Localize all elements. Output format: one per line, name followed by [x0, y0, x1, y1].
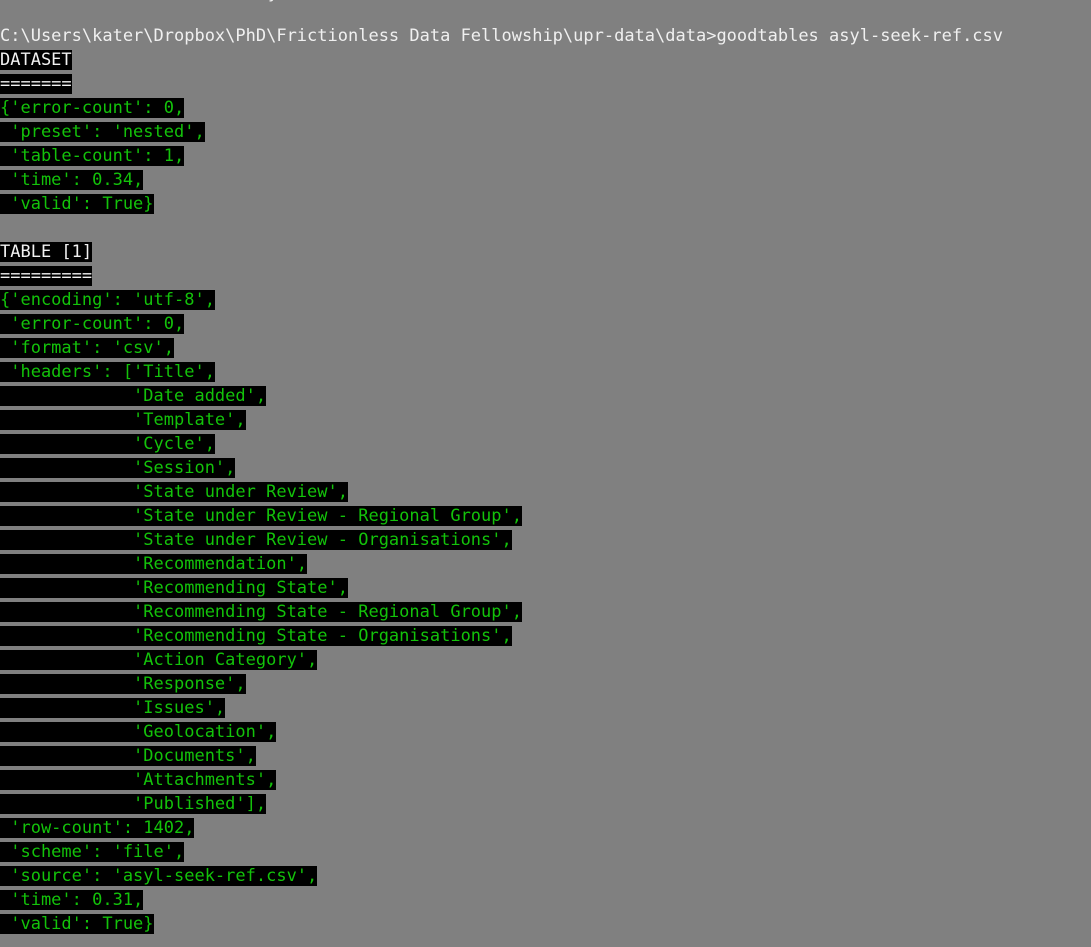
- table-headers-line-11-text: 'Recommending State - Regional Group',: [0, 602, 522, 622]
- table-headers-line-9-text: 'Recommendation',: [0, 554, 308, 574]
- table-format-line-text: 'format': 'csv',: [0, 338, 174, 358]
- scrolled-off-line-remnant: y: [268, 0, 277, 5]
- table-headers-line-8: 'State under Review - Organisations',: [0, 528, 1091, 552]
- table-headers-line-7: 'State under Review - Regional Group',: [0, 504, 1091, 528]
- table-headers-line-18-text: 'Attachments',: [0, 770, 277, 790]
- terminal-window[interactable]: y C:\Users\kater\Dropbox\PhD\Frictionles…: [0, 0, 1091, 947]
- table-headers-line-15-text: 'Issues',: [0, 698, 226, 718]
- scrolled-off-glyph: y: [268, 0, 277, 5]
- table-headers-line-19-text: 'Published'],: [0, 794, 267, 814]
- table-headers-line-1: 'headers': ['Title',: [0, 360, 1091, 384]
- dataset-error-count-line-text: {'error-count': 0,: [0, 98, 185, 118]
- table-source-line: 'source': 'asyl-seek-ref.csv',: [0, 864, 1091, 888]
- table-valid-line-text: 'valid': True}: [0, 914, 154, 934]
- table-headers-line-19: 'Published'],: [0, 792, 1091, 816]
- dataset-table-count-line-text: 'table-count': 1,: [0, 146, 185, 166]
- table-time-line: 'time': 0.31,: [0, 888, 1091, 912]
- table-headers-line-15: 'Issues',: [0, 696, 1091, 720]
- table-headers-line-10-text: 'Recommending State',: [0, 578, 348, 598]
- table-row-count-line: 'row-count': 1402,: [0, 816, 1091, 840]
- dataset-table-count-line: 'table-count': 1,: [0, 144, 1091, 168]
- table-headers-line-9: 'Recommendation',: [0, 552, 1091, 576]
- command-prompt-line-text: C:\Users\kater\Dropbox\PhD\Frictionless …: [0, 26, 1004, 46]
- table-headers-line-6: 'State under Review',: [0, 480, 1091, 504]
- table-heading-text: TABLE [1]: [0, 242, 93, 262]
- console-output[interactable]: C:\Users\kater\Dropbox\PhD\Frictionless …: [0, 24, 1091, 936]
- dataset-heading-text: DATASET: [0, 50, 72, 70]
- dataset-preset-line: 'preset': 'nested',: [0, 120, 1091, 144]
- table-headers-line-2: 'Date added',: [0, 384, 1091, 408]
- table-headers-line-11: 'Recommending State - Regional Group',: [0, 600, 1091, 624]
- table-heading: TABLE [1]: [0, 240, 1091, 264]
- table-heading-underline: =========: [0, 264, 1091, 288]
- table-error-count-line: 'error-count': 0,: [0, 312, 1091, 336]
- table-headers-line-14: 'Response',: [0, 672, 1091, 696]
- command-prompt-line: C:\Users\kater\Dropbox\PhD\Frictionless …: [0, 24, 1091, 48]
- table-headers-line-6-text: 'State under Review',: [0, 482, 348, 502]
- dataset-valid-line-text: 'valid': True}: [0, 194, 154, 214]
- table-error-count-line-text: 'error-count': 0,: [0, 314, 185, 334]
- dataset-time-line-text: 'time': 0.34,: [0, 170, 144, 190]
- table-headers-line-5-text: 'Session',: [0, 458, 236, 478]
- dataset-valid-line: 'valid': True}: [0, 192, 1091, 216]
- table-headers-line-1-text: 'headers': ['Title',: [0, 362, 215, 382]
- blank-separator-line: [0, 216, 1091, 240]
- table-headers-line-8-text: 'State under Review - Organisations',: [0, 530, 512, 550]
- table-headers-line-2-text: 'Date added',: [0, 386, 267, 406]
- table-headers-line-17-text: 'Documents',: [0, 746, 256, 766]
- table-heading-underline-text: =========: [0, 266, 93, 286]
- table-headers-line-10: 'Recommending State',: [0, 576, 1091, 600]
- dataset-heading-underline: =======: [0, 72, 1091, 96]
- table-headers-line-18: 'Attachments',: [0, 768, 1091, 792]
- table-headers-line-13: 'Action Category',: [0, 648, 1091, 672]
- table-encoding-line: {'encoding': 'utf-8',: [0, 288, 1091, 312]
- table-headers-line-13-text: 'Action Category',: [0, 650, 318, 670]
- table-encoding-line-text: {'encoding': 'utf-8',: [0, 290, 215, 310]
- table-headers-line-17: 'Documents',: [0, 744, 1091, 768]
- dataset-preset-line-text: 'preset': 'nested',: [0, 122, 205, 142]
- table-time-line-text: 'time': 0.31,: [0, 890, 144, 910]
- dataset-heading-underline-text: =======: [0, 74, 72, 94]
- table-scheme-line: 'scheme': 'file',: [0, 840, 1091, 864]
- table-headers-line-16-text: 'Geolocation',: [0, 722, 277, 742]
- table-source-line-text: 'source': 'asyl-seek-ref.csv',: [0, 866, 318, 886]
- table-headers-line-3: 'Template',: [0, 408, 1091, 432]
- dataset-time-line: 'time': 0.34,: [0, 168, 1091, 192]
- table-valid-line: 'valid': True}: [0, 912, 1091, 936]
- table-headers-line-4: 'Cycle',: [0, 432, 1091, 456]
- table-headers-line-7-text: 'State under Review - Regional Group',: [0, 506, 522, 526]
- table-format-line: 'format': 'csv',: [0, 336, 1091, 360]
- table-row-count-line-text: 'row-count': 1402,: [0, 818, 195, 838]
- table-headers-line-5: 'Session',: [0, 456, 1091, 480]
- dataset-heading: DATASET: [0, 48, 1091, 72]
- table-headers-line-12: 'Recommending State - Organisations',: [0, 624, 1091, 648]
- table-headers-line-4-text: 'Cycle',: [0, 434, 215, 454]
- table-headers-line-3-text: 'Template',: [0, 410, 246, 430]
- dataset-error-count-line: {'error-count': 0,: [0, 96, 1091, 120]
- table-headers-line-14-text: 'Response',: [0, 674, 246, 694]
- table-headers-line-16: 'Geolocation',: [0, 720, 1091, 744]
- table-headers-line-12-text: 'Recommending State - Organisations',: [0, 626, 512, 646]
- table-scheme-line-text: 'scheme': 'file',: [0, 842, 185, 862]
